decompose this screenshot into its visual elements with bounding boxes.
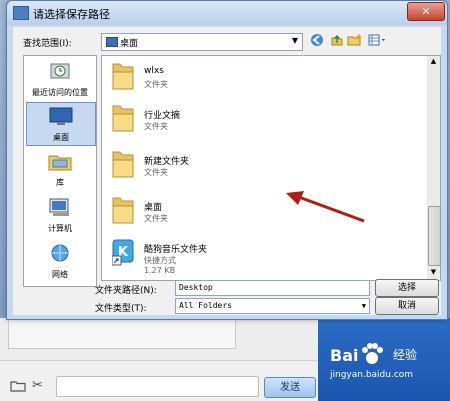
scissors-icon[interactable]: ✂ xyxy=(32,378,43,393)
back-icon[interactable] xyxy=(309,33,325,49)
desktop-icon xyxy=(49,107,73,125)
file-type: 文件夹 xyxy=(144,122,168,131)
list-item[interactable]: 行业文摘 文件夹 xyxy=(112,100,412,140)
file-type: 文件夹 xyxy=(144,80,168,89)
place-desktop[interactable]: 桌面 xyxy=(26,102,96,146)
watermark-jingyan: 经验 xyxy=(393,348,418,362)
path-label: 文件夹路径(N): xyxy=(95,286,157,296)
file-name: wlxs xyxy=(144,66,164,76)
file-type: 快捷方式 xyxy=(144,256,176,265)
send-button[interactable]: 发送 xyxy=(264,377,316,398)
file-name: 酷狗音乐文件夹 xyxy=(144,245,208,255)
file-size: 1.27 KB xyxy=(144,266,176,275)
close-button[interactable]: ✕ xyxy=(407,2,445,21)
shortcut-icon: K xyxy=(112,239,134,266)
select-button[interactable]: 选择 xyxy=(375,279,439,297)
paw-icon xyxy=(362,343,383,364)
list-item[interactable]: wlxs 文件夹 xyxy=(112,58,412,98)
file-name: 新建文件夹 xyxy=(144,157,190,167)
folder-icon xyxy=(112,63,134,90)
cancel-button[interactable]: 取消 xyxy=(375,297,439,315)
scroll-thumb[interactable] xyxy=(428,206,441,266)
place-recent[interactable]: 最近访问的位置 xyxy=(26,58,94,100)
annotation-arrow xyxy=(286,191,365,223)
file-type: 文件夹 xyxy=(144,214,168,223)
list-item[interactable]: K 酷狗音乐文件夹 快捷方式 1.27 KB xyxy=(112,234,412,275)
place-label: 最近访问的位置 xyxy=(32,88,88,97)
desktop-icon xyxy=(106,37,118,47)
file-name: 行业文摘 xyxy=(144,111,181,121)
chevron-down-icon: ▼ xyxy=(361,302,366,310)
folder-icon xyxy=(112,151,134,178)
type-select[interactable]: All Folders ▼ xyxy=(175,298,370,314)
look-in-select[interactable]: 桌面 ▼ xyxy=(101,33,303,51)
file-list[interactable]: wlxs 文件夹 行业文摘 文件夹 新建文件夹 文件夹 桌面 文件夹 K 酷狗音… xyxy=(101,55,441,281)
list-item[interactable]: 桌面 文件夹 xyxy=(112,192,412,232)
dialog-title: 请选择保存路径 xyxy=(33,8,110,21)
type-label: 文件类型(T): xyxy=(95,304,147,314)
chevron-down-icon: ▼ xyxy=(291,36,298,45)
network-icon xyxy=(51,244,69,262)
divider xyxy=(0,360,318,361)
up-folder-icon[interactable] xyxy=(329,33,345,49)
list-item[interactable]: 新建文件夹 文件夹 xyxy=(112,146,412,186)
watermark-url: jingyan.baidu.com xyxy=(330,370,414,380)
scroll-up-icon[interactable]: ▲ xyxy=(428,57,439,68)
new-folder-icon[interactable] xyxy=(347,33,363,49)
scroll-down-icon[interactable]: ▼ xyxy=(428,268,439,279)
dialog-body: 查找范围(I): 桌面 ▼ 最近访问的位置 桌面 库 计算机 网络 wlxs 文… xyxy=(13,27,441,315)
place-label: 网络 xyxy=(52,270,68,279)
look-in-value: 桌面 xyxy=(120,39,139,49)
path-input[interactable]: Desktop xyxy=(175,280,370,296)
place-label: 计算机 xyxy=(48,224,72,233)
place-computer[interactable]: 计算机 xyxy=(26,194,94,236)
view-menu-icon[interactable] xyxy=(367,33,389,49)
window-icon xyxy=(13,6,29,20)
place-label: 桌面 xyxy=(53,133,69,142)
folder-icon xyxy=(112,197,134,224)
scrollbar[interactable]: ▲ ▼ xyxy=(427,56,441,280)
folder-icon xyxy=(112,105,134,132)
place-library[interactable]: 库 xyxy=(26,148,94,190)
title-bar[interactable]: 请选择保存路径 ✕ xyxy=(7,1,447,25)
save-path-dialog: 请选择保存路径 ✕ 查找范围(I): 桌面 ▼ 最近访问的位置 桌面 库 计算机… xyxy=(6,0,448,320)
file-type: 文件夹 xyxy=(144,168,168,177)
places-bar: 最近访问的位置 桌面 库 计算机 网络 xyxy=(23,55,97,287)
place-network[interactable]: 网络 xyxy=(26,240,94,282)
watermark-logo: Bai xyxy=(330,346,359,365)
folder-icon[interactable] xyxy=(10,380,26,392)
place-label: 库 xyxy=(56,178,64,187)
chat-input[interactable] xyxy=(56,376,259,397)
file-name: 桌面 xyxy=(144,203,163,213)
type-value: All Folders xyxy=(179,301,232,310)
chat-history-panel xyxy=(8,318,236,349)
look-in-label: 查找范围(I): xyxy=(23,39,72,49)
library-icon xyxy=(48,155,72,171)
recent-places-icon xyxy=(50,63,70,79)
computer-icon xyxy=(49,198,69,216)
